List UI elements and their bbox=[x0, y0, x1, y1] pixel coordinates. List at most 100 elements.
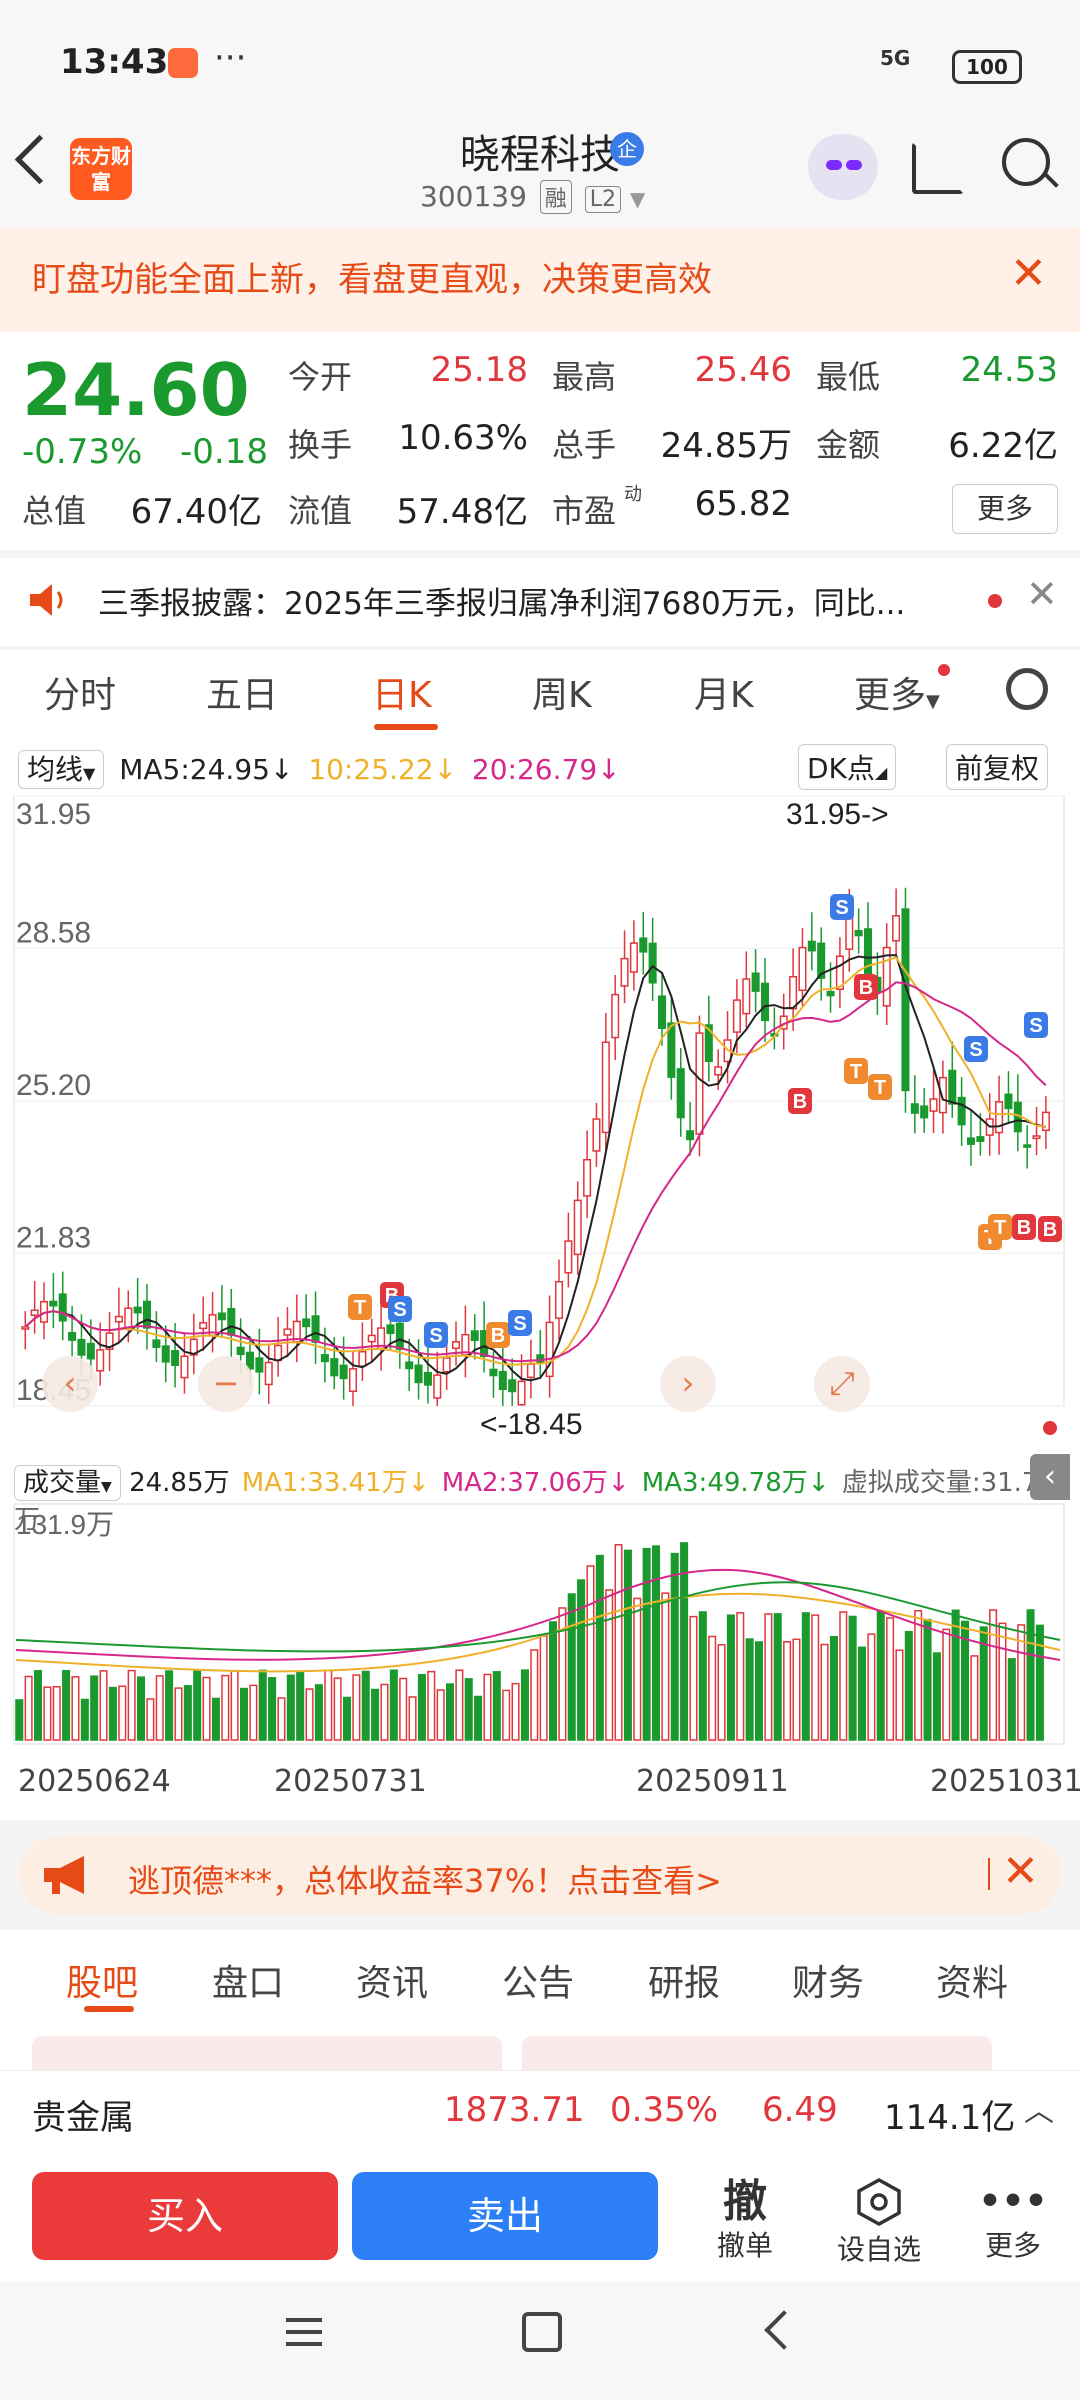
tab-pankou[interactable]: 盘口 bbox=[212, 1954, 284, 2006]
volume-bar bbox=[1026, 1609, 1035, 1741]
candlestick-chart[interactable]: 31.9528.5825.2021.8318.4531.95-><-18.45T… bbox=[0, 788, 1080, 1448]
tab-guba[interactable]: 股吧 bbox=[66, 1954, 138, 2006]
tab-research[interactable]: 研报 bbox=[648, 1954, 720, 2006]
candle-body bbox=[68, 1331, 77, 1341]
tab-profile[interactable]: 资料 bbox=[936, 1954, 1008, 2006]
feed-card-left[interactable] bbox=[32, 2036, 502, 2070]
tab-notices[interactable]: 公告 bbox=[502, 1954, 574, 2006]
volume-bar bbox=[698, 1611, 707, 1741]
status-bar: 13:43 ··· 5G 100 bbox=[0, 0, 1080, 120]
announcement-text[interactable]: 三季报披露：2025年三季报归属净利润7680万元，同比... bbox=[98, 578, 905, 623]
collapse-panel-icon[interactable]: ‹ bbox=[1030, 1454, 1070, 1500]
dropdown-caret-icon[interactable]: ▼ bbox=[630, 187, 645, 211]
more-quote-button[interactable]: 更多 bbox=[952, 484, 1058, 534]
pan-right-icon[interactable]: › bbox=[682, 1364, 695, 1402]
fullscreen-icon[interactable]: ⤢ bbox=[829, 1364, 855, 1402]
candle-body bbox=[171, 1350, 180, 1367]
candle-body bbox=[142, 1300, 152, 1329]
sell-button[interactable]: 卖出 bbox=[352, 2172, 658, 2260]
ma-bar: 均线▼ MA5:24.95↓ 10:25.22↓ 20:26.79↓ bbox=[18, 748, 621, 789]
ma10-value: 10:25.22↓ bbox=[308, 753, 458, 786]
cancel-order-button[interactable]: 撤 撤单 bbox=[690, 2176, 800, 2264]
vol-ma2: MA2:37.06万↓ bbox=[441, 1468, 630, 1498]
search-icon[interactable] bbox=[1002, 138, 1050, 186]
candle-body bbox=[517, 1380, 526, 1406]
app-logo[interactable]: 东方财富 bbox=[70, 138, 132, 200]
tab-weekly-k[interactable]: 周K bbox=[532, 666, 592, 718]
menu-icon[interactable] bbox=[286, 2318, 322, 2322]
candle-body bbox=[1023, 1144, 1032, 1148]
volume-bar bbox=[436, 1689, 445, 1741]
candle-body bbox=[255, 1357, 264, 1373]
candle-body bbox=[49, 1300, 58, 1307]
ma-selector-label: 均线 bbox=[27, 753, 84, 786]
quote-value: 24.53 bbox=[960, 350, 1058, 390]
candle-body bbox=[929, 1098, 938, 1112]
dk-point-button[interactable]: DK点◢ bbox=[798, 744, 897, 790]
volume-bar bbox=[708, 1635, 717, 1741]
zoom-out-icon[interactable]: − bbox=[213, 1364, 240, 1402]
ticker-percent: 0.35% bbox=[610, 2090, 719, 2130]
tab-more[interactable]: 更多▼ bbox=[854, 666, 940, 718]
volume-bar bbox=[539, 1635, 548, 1741]
ticker-price: 1873.71 bbox=[444, 2090, 585, 2130]
divider bbox=[988, 1858, 990, 1890]
close-promo-icon[interactable]: ✕ bbox=[1002, 1846, 1039, 1897]
current-price: 24.60 bbox=[22, 348, 250, 432]
promo-strategy-banner[interactable]: 逃顶德***，总体收益率37%！点击查看> ✕ bbox=[18, 1836, 1062, 1914]
signal-label: T bbox=[994, 1217, 1006, 1239]
tab-five-day[interactable]: 五日 bbox=[206, 666, 278, 718]
promo-banner[interactable]: 盯盘功能全面上新，看盘更直观，决策更高效 ✕ bbox=[0, 228, 1080, 332]
add-watchlist-button[interactable]: 设自选 bbox=[824, 2176, 934, 2268]
nav-back-icon[interactable] bbox=[764, 2310, 804, 2350]
tab-daily-k[interactable]: 日K bbox=[372, 666, 432, 718]
volume-selector[interactable]: 成交量▼ bbox=[14, 1465, 121, 1501]
tab-finance[interactable]: 财务 bbox=[792, 1954, 864, 2006]
more-actions-button[interactable]: ••• 更多 bbox=[958, 2176, 1068, 2264]
candle-body bbox=[320, 1354, 329, 1363]
candle-body bbox=[826, 990, 835, 997]
volume-bar bbox=[193, 1669, 202, 1741]
tab-monthly-k[interactable]: 月K bbox=[694, 666, 754, 718]
ma-selector[interactable]: 均线▼ bbox=[18, 750, 105, 789]
volume-bar bbox=[1007, 1658, 1016, 1741]
candle-body bbox=[901, 908, 910, 1092]
expand-icon[interactable]: ︿ bbox=[1024, 2086, 1054, 2130]
adjust-button[interactable]: 前复权 bbox=[946, 744, 1049, 790]
volume-bar bbox=[923, 1618, 932, 1741]
home-icon[interactable] bbox=[522, 2312, 562, 2352]
zoom-left-icon[interactable]: ‹ bbox=[64, 1364, 77, 1402]
close-icon[interactable]: ✕ bbox=[1010, 248, 1047, 299]
candle-body bbox=[667, 1022, 676, 1078]
candle-body bbox=[742, 978, 751, 1015]
signal-label: T bbox=[874, 1077, 886, 1099]
volume-chart[interactable]: 131.9万 bbox=[0, 1500, 1080, 1750]
quote-value: 10.63% bbox=[398, 418, 528, 458]
buy-button[interactable]: 买入 bbox=[32, 2172, 338, 2260]
candle-body bbox=[283, 1328, 292, 1336]
tab-news[interactable]: 资讯 bbox=[356, 1954, 428, 2006]
volume-bar bbox=[230, 1670, 239, 1741]
volume-bar bbox=[239, 1687, 249, 1741]
candle-body bbox=[114, 1315, 123, 1323]
volume-bar bbox=[829, 1635, 838, 1741]
vol-ma1: MA1:33.41万↓ bbox=[241, 1468, 430, 1498]
settings-gear-icon[interactable] bbox=[1006, 668, 1048, 710]
quote-label: 流值 bbox=[288, 492, 353, 530]
candle-body bbox=[86, 1342, 95, 1360]
tab-intraday[interactable]: 分时 bbox=[44, 666, 116, 718]
volume-bar bbox=[661, 1592, 670, 1741]
candle-body bbox=[395, 1322, 404, 1350]
assistant-robot-icon[interactable] bbox=[808, 134, 878, 200]
close-announcement-icon[interactable]: ✕ bbox=[1026, 572, 1058, 616]
feed-card-right[interactable] bbox=[522, 2036, 992, 2070]
volume-bar bbox=[1035, 1624, 1044, 1741]
share-icon[interactable] bbox=[912, 142, 964, 194]
verified-badge-icon: 企 bbox=[610, 132, 644, 166]
volume-bar bbox=[989, 1609, 998, 1741]
volume-bar bbox=[15, 1699, 24, 1741]
live-dot bbox=[1043, 1421, 1057, 1435]
volume-bar bbox=[567, 1593, 576, 1741]
candle-body bbox=[676, 1068, 685, 1119]
candle-body bbox=[302, 1318, 311, 1328]
